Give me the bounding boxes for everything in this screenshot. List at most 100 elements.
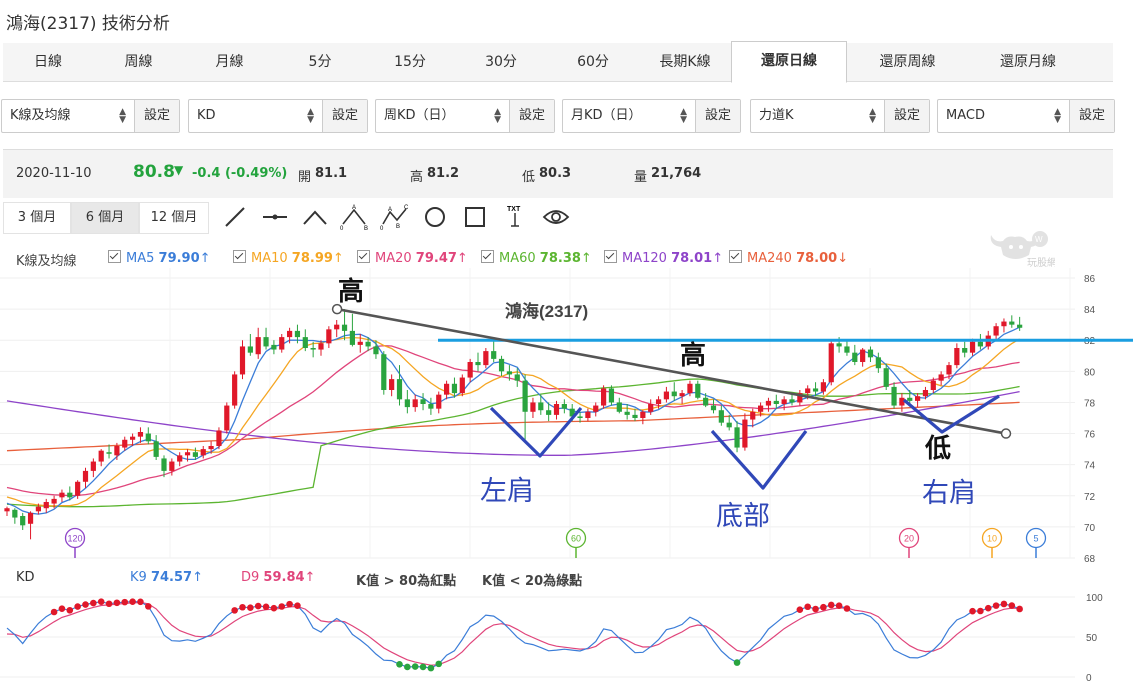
checkbox-icon[interactable] — [729, 250, 742, 263]
kd-overbought-dot — [50, 608, 58, 616]
indicator-dropdown-4[interactable]: 力道K ▲ ▼ — [751, 100, 884, 132]
candle — [224, 402, 230, 434]
checkbox-icon[interactable] — [481, 250, 494, 263]
range-button-2[interactable]: 12 個月 — [139, 202, 209, 234]
candle-body — [624, 411, 630, 415]
range-button-1[interactable]: 6 個月 — [71, 202, 139, 234]
kd-grid: 100 50 0 — [0, 593, 1103, 684]
indicator-dropdown-3[interactable]: 月KD（日） ▲ ▼ — [563, 100, 695, 132]
candle — [389, 374, 395, 397]
settings-button-3[interactable]: 設定 — [695, 100, 740, 132]
candle-body — [232, 374, 238, 406]
settings-button-4[interactable]: 設定 — [884, 100, 929, 132]
ma-value: 79.47 — [415, 251, 457, 266]
tab-8[interactable]: 還原日線 — [731, 41, 847, 83]
indicator-dropdown-2[interactable]: 周KD（日） ▲ ▼ — [376, 100, 509, 132]
eye-icon[interactable] — [542, 204, 570, 230]
circle-tool-icon[interactable] — [422, 204, 448, 230]
candle — [247, 334, 253, 356]
candle — [773, 394, 779, 409]
settings-button-5[interactable]: 設定 — [1069, 100, 1114, 132]
candle-body — [648, 404, 654, 412]
rectangle-tool-icon[interactable] — [462, 204, 488, 230]
checkbox-icon[interactable] — [357, 250, 370, 263]
abc-pattern-label-0: 0 — [340, 226, 344, 230]
tab-5[interactable]: 30分 — [455, 43, 547, 81]
abcd-pattern-tool-icon[interactable]: 0 A B C — [380, 204, 412, 230]
candle-body — [553, 404, 560, 415]
candle-body — [969, 341, 976, 353]
ma-legend-item-ma60[interactable]: MA60 78.38↑ — [481, 250, 592, 266]
ma-legend-item-ma120[interactable]: MA120 78.01↑ — [604, 250, 723, 266]
quote-price: 80.8 — [133, 162, 175, 182]
ma-legend-item-ma10[interactable]: MA10 78.99↑ — [233, 250, 344, 266]
indicator-dropdown-1[interactable]: KD ▲ ▼ — [189, 100, 322, 132]
candle-body — [12, 509, 18, 518]
kd-overbought-dot — [992, 602, 1000, 609]
ma-marker-label: 120 — [67, 534, 82, 544]
indicator-dropdown-5[interactable]: MACD ▲ ▼ — [938, 100, 1069, 132]
range-button-0[interactable]: 3 個月 — [3, 202, 71, 234]
candle-body — [341, 324, 348, 331]
abc-pattern-tool-icon[interactable]: 0 A B — [340, 204, 370, 230]
candle — [585, 408, 591, 422]
indicator-dropdown-0[interactable]: K線及均線 ▲ ▼ — [2, 100, 134, 132]
tab-10[interactable]: 還原月線 — [968, 43, 1088, 81]
tab-1[interactable]: 周線 — [93, 43, 184, 81]
candle-body — [585, 411, 591, 418]
price-tick-label: 76 — [1084, 430, 1096, 441]
candle-body — [491, 351, 497, 359]
candlestick-chart[interactable]: 86848280787674727068 120 60 20 10 5 高高低左肩底部右… — [0, 268, 1133, 568]
kd-overbought-dot — [1008, 602, 1016, 609]
ma-legend: K線及均線 MA5 79.90↑ MA10 78.99↑ MA20 79.47↑ MA… — [0, 246, 1133, 270]
kd-overbought-dot — [113, 599, 121, 607]
kd-title: KD — [16, 570, 35, 585]
tab-4[interactable]: 15分 — [365, 43, 455, 81]
settings-button-0[interactable]: 設定 — [134, 100, 179, 132]
ma-value: 78.99 — [291, 251, 333, 266]
candle — [632, 408, 638, 422]
tab-3[interactable]: 5分 — [275, 43, 365, 81]
tab-9[interactable]: 還原周線 — [847, 43, 968, 81]
checkbox-icon[interactable] — [233, 250, 246, 263]
candle-body — [812, 388, 819, 392]
tab-6[interactable]: 60分 — [547, 43, 639, 81]
candle-body — [302, 337, 308, 348]
ma-legend-item-ma20[interactable]: MA20 79.47↑ — [357, 250, 468, 266]
candle — [59, 489, 65, 502]
angle-tool-icon[interactable] — [302, 204, 328, 230]
checkbox-icon[interactable] — [604, 250, 617, 263]
tab-0[interactable]: 日線 — [3, 43, 93, 81]
d9-arrow: ↑ — [304, 570, 316, 585]
candle — [334, 320, 340, 338]
kd-overbought-dot — [97, 598, 105, 605]
candle — [491, 338, 497, 362]
checkbox-icon[interactable] — [108, 250, 121, 263]
candle-body — [467, 362, 473, 378]
candle — [106, 444, 112, 459]
tab-7[interactable]: 長期K線 — [639, 43, 731, 81]
candle — [27, 511, 34, 540]
candle-body — [577, 416, 583, 418]
candle-body — [396, 379, 403, 400]
candle-body — [530, 402, 536, 412]
price-tick-label: 74 — [1084, 461, 1096, 472]
candle-body — [287, 330, 293, 338]
chart-title: 鴻海(2317) — [505, 301, 588, 321]
candle-body — [404, 399, 410, 408]
horizontal-line-tool-icon[interactable] — [262, 204, 288, 230]
ma-legend-item-ma5[interactable]: MA5 79.90↑ — [108, 250, 211, 266]
candle-body — [326, 329, 332, 344]
indicator-select-5: MACD ▲ ▼ 設定 — [937, 99, 1115, 133]
kd-overbought-dot — [129, 598, 136, 605]
ma-legend-item-ma240[interactable]: MA240 78.00↓ — [729, 250, 848, 266]
tab-2[interactable]: 月線 — [184, 43, 275, 81]
trendline-handle-end[interactable] — [1000, 428, 1012, 439]
candle-body — [27, 512, 34, 524]
settings-button-2[interactable]: 設定 — [509, 100, 554, 132]
settings-button-1[interactable]: 設定 — [322, 100, 367, 132]
text-tool-icon[interactable]: TXT — [502, 204, 528, 230]
candle — [43, 498, 49, 513]
kd-chart[interactable]: 100 50 0 — [0, 588, 1133, 688]
line-tool-icon[interactable] — [222, 204, 248, 230]
